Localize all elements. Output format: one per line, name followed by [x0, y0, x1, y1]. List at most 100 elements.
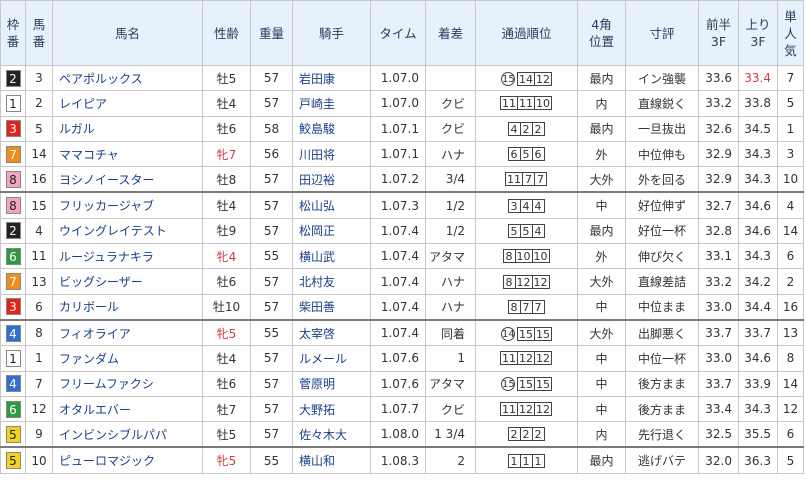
waku-badge: 5 [5, 452, 21, 470]
table-row: 5 10 ピューロマジック 牝5 55 横山和 1.08.3 2 1 1 1 最内 逃げバテ 32.0 36… [0, 446, 804, 474]
margin-cell: 1/2 [425, 191, 476, 219]
jockey-link[interactable]: 横山和 [292, 446, 371, 474]
jockey-link[interactable]: 田辺裕 [292, 166, 371, 193]
jockey-link[interactable]: 菅原明 [292, 370, 371, 397]
jockey-link[interactable]: 北村友 [292, 268, 371, 295]
waku-cell: 4 [0, 370, 26, 397]
horse-name-link[interactable]: ピューロマジック [52, 446, 203, 474]
jockey-link[interactable]: 戸崎圭 [292, 90, 371, 117]
front3f-cell: 33.2 [698, 268, 739, 295]
comment-cell: 後方まま [625, 370, 699, 397]
waku-cell: 7 [0, 268, 26, 295]
umaban-cell: 16 [25, 166, 53, 193]
passing-box: 12 [534, 402, 552, 416]
horse-name-link[interactable]: オタルエバー [52, 395, 203, 423]
result-rows: 2 3 ペアポルックス 牡5 57 岩田康 1.07.0 15 14 12 最内 イン強襲 33.6 33… [0, 64, 804, 474]
waku-cell: 1 [0, 345, 26, 372]
waku-cell: 2 [0, 217, 26, 245]
last3f-cell: 34.4 [738, 293, 778, 321]
margin-cell [425, 64, 476, 92]
comment-cell: イン強襲 [625, 64, 699, 92]
sexage-cell: 牡10 [202, 293, 251, 321]
passing-circle: 14 [501, 326, 515, 341]
comment-cell: 中位まま [625, 293, 699, 321]
horse-name-link[interactable]: ルガル [52, 115, 203, 142]
time-cell: 1.07.7 [370, 395, 426, 423]
jockey-link[interactable]: 松岡正 [292, 217, 371, 245]
umaban-cell: 1 [25, 345, 53, 372]
header-time: タイム [370, 0, 426, 66]
passing-box: 15 [534, 377, 552, 392]
horse-name-link[interactable]: ルージュラナキラ [52, 243, 203, 270]
last3f-cell: 33.9 [738, 370, 778, 397]
horse-name-link[interactable]: レイピア [52, 90, 203, 117]
comment-cell: 好位伸ず [625, 191, 699, 219]
waku-badge: 3 [5, 298, 21, 316]
weight-cell: 55 [250, 446, 293, 474]
weight-cell: 57 [250, 64, 293, 92]
popularity-cell: 3 [777, 140, 804, 168]
last3f-cell: 35.5 [738, 421, 778, 448]
time-cell: 1.07.1 [370, 140, 426, 168]
passing-box: 7 [534, 172, 547, 187]
horse-name-link[interactable]: ビッグシーザー [52, 268, 203, 295]
time-cell: 1.07.6 [370, 370, 426, 397]
passing-box: 4 [531, 223, 545, 238]
sexage-cell: 牡4 [202, 345, 251, 372]
horse-name-link[interactable]: フリッカージャブ [52, 191, 203, 219]
horse-name-link[interactable]: フィオライア [52, 318, 203, 347]
jockey-link[interactable]: 佐々木大 [292, 421, 371, 448]
waku-cell: 3 [0, 293, 26, 321]
last3f-cell: 34.6 [738, 217, 778, 245]
margin-cell: ハナ [425, 140, 476, 168]
horse-name-link[interactable]: ペアポルックス [52, 64, 203, 92]
passing-order-cell: 877 [475, 293, 578, 321]
horse-name-link[interactable]: ヨシノイースター [52, 166, 203, 193]
jockey-link[interactable]: 大野拓 [292, 395, 371, 423]
front3f-cell: 33.7 [698, 318, 739, 347]
weight-cell: 57 [250, 166, 293, 193]
horse-name-link[interactable]: ファンダム [52, 345, 203, 372]
header-waku: 枠番 [0, 0, 26, 66]
race-result-table: 枠番 馬番 馬名 性齢 重量 騎手 タイム 着差 通過順位 4角 位置 寸評 前半… [0, 0, 804, 474]
header-front3f: 前半 3F [698, 0, 739, 66]
front3f-cell: 32.9 [698, 166, 739, 193]
time-cell: 1.07.0 [370, 64, 426, 92]
waku-cell: 4 [0, 318, 26, 347]
waku-cell: 6 [0, 243, 26, 270]
waku-badge: 7 [5, 273, 21, 291]
horse-name-link[interactable]: ウイングレイテスト [52, 217, 203, 245]
waku-badge: 5 [5, 425, 21, 443]
passing-box: 11 [517, 96, 535, 111]
corner-position-cell: 中 [577, 370, 626, 397]
passing-box: 7 [531, 299, 545, 314]
jockey-link[interactable]: 太宰啓 [292, 318, 371, 347]
umaban-cell: 10 [25, 446, 53, 474]
horse-name-link[interactable]: フリームファクシ [52, 370, 203, 397]
umaban-cell: 2 [25, 90, 53, 117]
jockey-link[interactable]: ルメール [292, 345, 371, 372]
last3f-cell: 33.4 [738, 64, 778, 92]
horse-name-link[interactable]: カリボール [52, 293, 203, 321]
comment-cell: 後方まま [625, 395, 699, 423]
header-weight: 重量 [250, 0, 293, 66]
time-cell: 1.08.3 [370, 446, 426, 474]
umaban-cell: 12 [25, 395, 53, 423]
jockey-link[interactable]: 川田将 [292, 140, 371, 168]
jockey-link[interactable]: 松山弘 [292, 191, 371, 219]
corner-position-cell: 大外 [577, 166, 626, 193]
horse-name-link[interactable]: ママコチャ [52, 140, 203, 168]
passing-order: 11 12 12 [500, 402, 552, 416]
popularity-cell: 5 [777, 446, 804, 474]
passing-box: 10 [531, 249, 550, 264]
header-row: 枠番 馬番 馬名 性齢 重量 騎手 タイム 着差 通過順位 4角 位置 寸評 前半… [0, 0, 804, 66]
jockey-link[interactable]: 鮫島駿 [292, 115, 371, 142]
jockey-link[interactable]: 岩田康 [292, 64, 371, 92]
passing-box: 11 [500, 351, 518, 366]
jockey-link[interactable]: 柴田善 [292, 293, 371, 321]
popularity-cell: 12 [777, 395, 804, 423]
horse-name-link[interactable]: インビンシブルパパ [52, 421, 203, 448]
jockey-link[interactable]: 横山武 [292, 243, 371, 270]
last3f-cell: 33.7 [738, 318, 778, 347]
margin-cell: クビ [425, 90, 476, 117]
